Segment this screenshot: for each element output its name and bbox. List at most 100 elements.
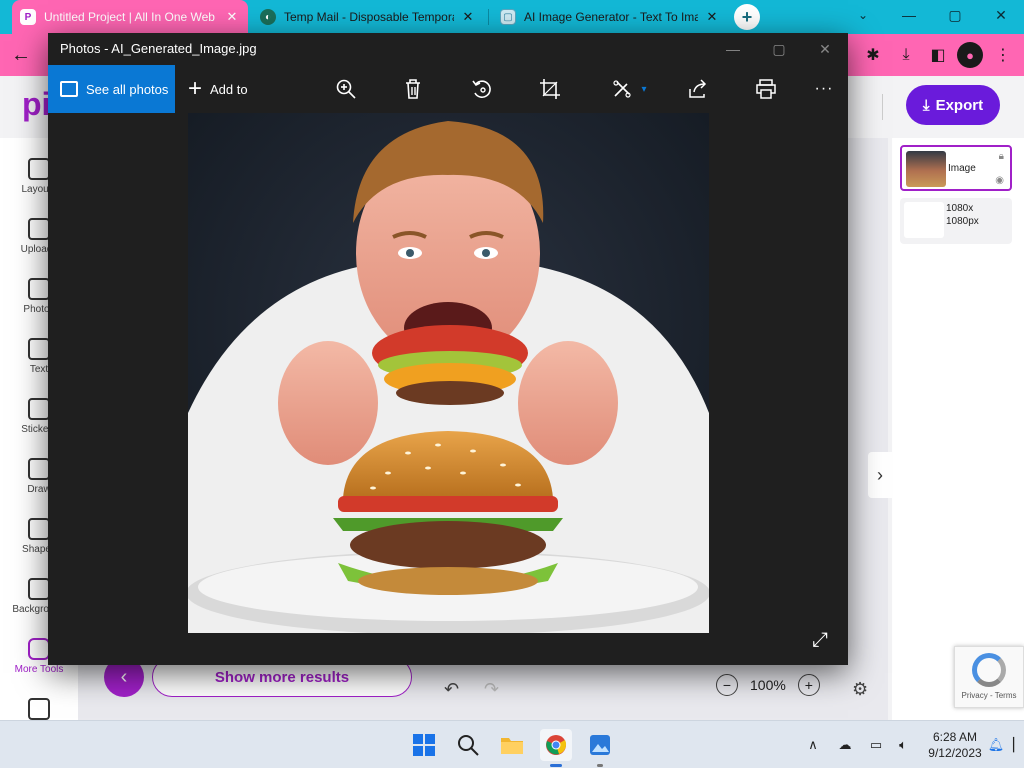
photos-close-button[interactable]: ✕ — [802, 33, 848, 65]
photos-taskbar-icon[interactable] — [584, 729, 616, 767]
shapes-star-icon — [28, 518, 50, 540]
chrome-taskbar-icon[interactable] — [540, 729, 572, 767]
tab-ai-image-generator[interactable]: ▢ AI Image Generator - Text To Ima ✕ — [492, 0, 728, 34]
rotate-icon[interactable] — [468, 75, 496, 103]
recaptcha-badge[interactable]: Privacy - Terms — [954, 646, 1024, 708]
rail-label: More Tools — [14, 664, 64, 675]
layer-thumbnail — [904, 202, 944, 238]
volume-muted-icon[interactable]: 🔈︎ — [893, 735, 913, 755]
layer-label: 1080x 1080px — [946, 203, 979, 227]
zoom-controls: − 100% + — [716, 674, 820, 696]
tab-search-chevron-icon[interactable]: ⌄ — [840, 0, 886, 30]
downloads-icon[interactable]: ⤓ — [893, 42, 919, 68]
more-tools-grid-icon — [28, 638, 50, 660]
sticker-icon — [28, 398, 50, 420]
tab-temp-mail[interactable]: ◐ Temp Mail - Disposable Tempora ✕ — [252, 0, 484, 34]
layer-label: Image — [948, 163, 976, 174]
close-tab-icon[interactable]: ✕ — [460, 9, 476, 25]
zoom-out-button[interactable]: − — [716, 674, 738, 696]
layer-background[interactable]: 1080x 1080px — [900, 198, 1012, 244]
system-clock[interactable]: 6:28 AM 9/12/2023 — [920, 729, 990, 761]
export-label: Export — [935, 96, 984, 114]
upload-icon — [28, 218, 50, 240]
search-icon[interactable] — [452, 729, 484, 761]
share-icon[interactable] — [684, 75, 712, 103]
start-windows-icon[interactable] — [408, 729, 440, 761]
settings-gear-icon[interactable]: ⚙ — [852, 679, 874, 701]
undo-icon[interactable]: ↶ — [444, 679, 468, 703]
browser-tab-strip: P Untitled Project | All In One Web ✕ ◐ … — [0, 0, 1024, 34]
export-button[interactable]: ⤓ Export — [906, 85, 1000, 125]
collapse-panel-chevron-icon[interactable]: › — [868, 452, 892, 498]
zoom-level: 100% — [750, 677, 786, 693]
side-panel-icon[interactable]: ◧ — [925, 42, 951, 68]
clock-time: 6:28 AM — [932, 730, 978, 744]
show-hidden-icons-chevron-icon[interactable]: ∧ — [803, 735, 823, 755]
close-tab-icon[interactable]: ✕ — [224, 9, 240, 25]
photos-maximize-button[interactable]: ▢ — [756, 33, 802, 65]
show-desktop-icon[interactable]: ▏ — [1012, 735, 1024, 755]
tab-separator — [488, 9, 489, 25]
close-window-button[interactable]: ✕ — [978, 0, 1024, 30]
tab-title: Untitled Project | All In One Web — [44, 10, 215, 24]
display-icon[interactable]: ▭ — [866, 735, 886, 755]
chrome-menu-icon[interactable]: ⋮ — [990, 42, 1016, 68]
file-explorer-icon[interactable] — [496, 729, 528, 761]
print-icon[interactable] — [752, 75, 780, 103]
visibility-eye-icon[interactable]: ◉ — [995, 175, 1004, 186]
maximize-window-button[interactable]: ▢ — [932, 0, 978, 30]
full-screen-expand-icon[interactable]: ⤢ — [812, 629, 836, 653]
plus-icon: + — [188, 75, 203, 102]
back-arrow-icon[interactable]: ← — [8, 42, 34, 68]
recaptcha-logo-icon — [972, 653, 1006, 687]
app-logo[interactable]: pi — [22, 86, 50, 123]
add-to-button[interactable]: + Add to — [188, 65, 248, 113]
photos-minimize-button[interactable]: — — [710, 33, 756, 65]
background-pattern-icon — [28, 578, 50, 600]
zoom-in-button[interactable]: + — [797, 674, 820, 696]
profile-avatar-icon[interactable]: ● — [957, 42, 983, 68]
windows-taskbar: ∧ ☁ ▭ 🔈︎ 6:28 AM 9/12/2023 🔔︎ ▏ — [0, 720, 1024, 768]
ai-generator-favicon-icon: ▢ — [500, 9, 516, 25]
see-all-label: See all photos — [86, 81, 169, 97]
tab-title: AI Image Generator - Text To Ima — [524, 10, 698, 24]
apps-grid-icon — [28, 698, 50, 720]
layer-image[interactable]: Image 🔒︎ ◉ — [900, 145, 1012, 191]
ai-generated-image — [186, 113, 710, 635]
recaptcha-text: Privacy - Terms — [961, 691, 1017, 700]
text-icon — [28, 338, 50, 360]
running-app-indicator — [597, 764, 603, 767]
photos-viewer-window: Photos - AI_Generated_Image.jpg — ▢ ✕ Se… — [48, 33, 848, 665]
tab-title: Temp Mail - Disposable Tempora — [284, 10, 454, 24]
new-tab-button[interactable]: + — [734, 4, 760, 30]
more-options-icon[interactable]: ··· — [810, 75, 838, 103]
see-all-photos-button[interactable]: See all photos — [48, 65, 175, 113]
export-download-icon: ⤓ — [922, 96, 930, 114]
minimize-window-button[interactable]: — — [886, 0, 932, 30]
gallery-icon — [60, 81, 78, 97]
zoom-in-icon[interactable] — [332, 75, 360, 103]
extensions-puzzle-icon[interactable]: ✱ — [860, 42, 886, 68]
cloud-offline-icon[interactable]: ☁ — [835, 735, 855, 755]
close-tab-icon[interactable]: ✕ — [704, 9, 720, 25]
photo-icon — [28, 278, 50, 300]
delete-icon[interactable] — [399, 75, 427, 103]
clock-date: 9/12/2023 — [928, 746, 982, 760]
header-divider — [882, 94, 883, 120]
desktop: { "browser": { "tabs": [ {"title": "Unti… — [0, 0, 1024, 768]
tab-untitled-project[interactable]: P Untitled Project | All In One Web ✕ — [12, 0, 248, 34]
lock-icon[interactable]: 🔒︎ — [999, 151, 1004, 162]
layouts-icon — [28, 158, 50, 180]
redo-icon[interactable]: ↷ — [484, 679, 508, 703]
notification-bell-icon[interactable]: 🔔︎ — [986, 735, 1006, 755]
layer-thumbnail — [906, 151, 946, 187]
crop-icon[interactable] — [536, 75, 564, 103]
photos-window-title: Photos - AI_Generated_Image.jpg — [60, 41, 257, 56]
edit-dropdown-chevron-icon[interactable]: ▾ — [630, 75, 658, 103]
photos-command-bar: See all photos + Add to ▾ ··· — [48, 65, 848, 113]
draw-brush-icon — [28, 458, 50, 480]
temp-mail-favicon-icon: ◐ — [260, 9, 276, 25]
rail-label: Text — [29, 364, 49, 375]
picsart-favicon-icon: P — [20, 9, 36, 25]
active-app-indicator — [550, 764, 562, 767]
